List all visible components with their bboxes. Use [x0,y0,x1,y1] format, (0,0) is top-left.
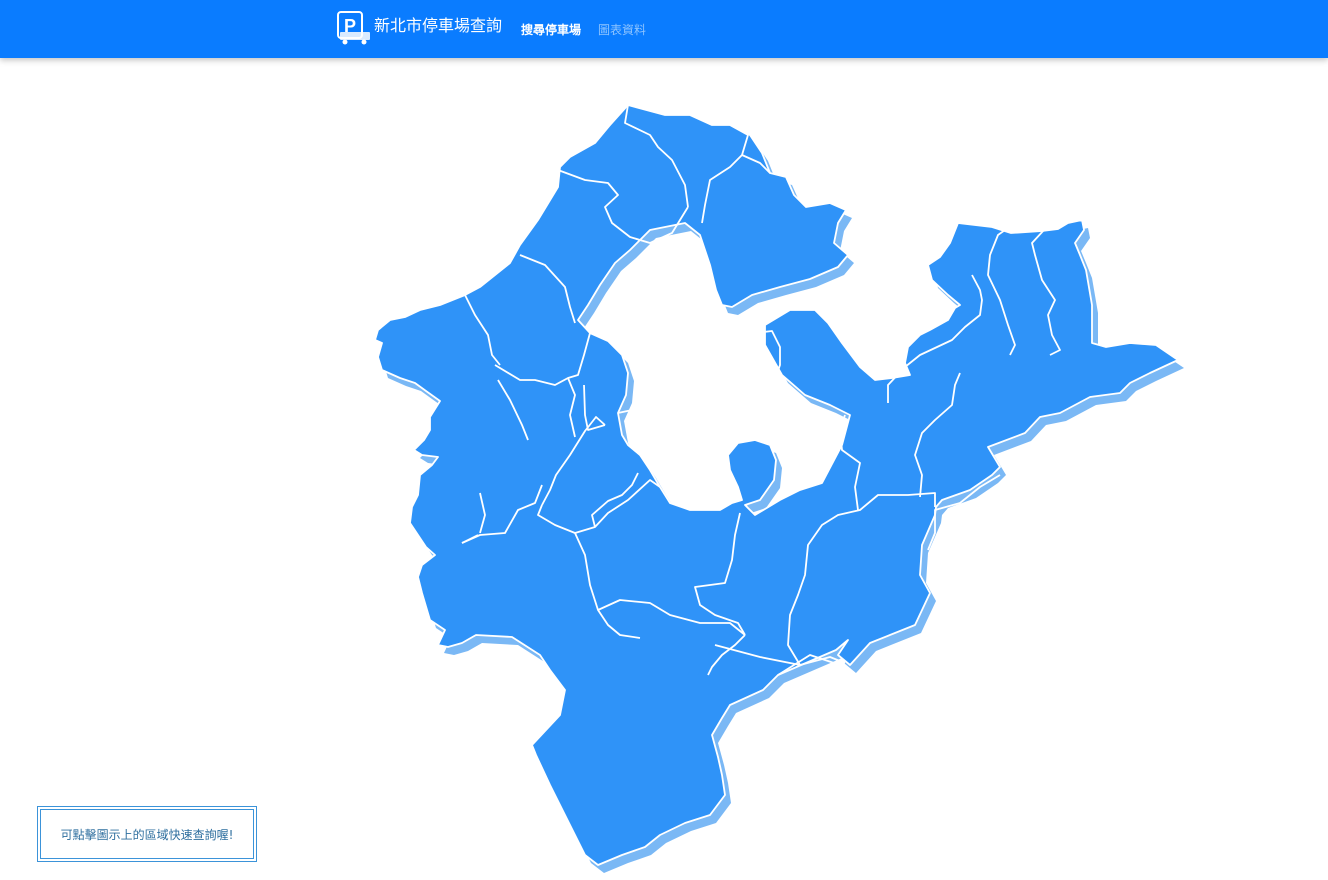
brand-link[interactable]: P 新北市停車場查詢 [336,10,502,46]
top-navbar: P 新北市停車場查詢 搜尋停車場 圖表資料 [0,0,1328,58]
map-hint-box: 可點擊圖示上的區域快速查詢喔! [37,806,257,862]
nav-chart-data[interactable]: 圖表資料 [598,21,646,38]
parking-truck-icon: P [337,11,370,45]
nav-search-parking[interactable]: 搜尋停車場 [521,21,581,38]
district-map-svg [374,104,1184,873]
district-map [360,95,1200,880]
site-title: 新北市停車場查詢 [374,16,503,35]
